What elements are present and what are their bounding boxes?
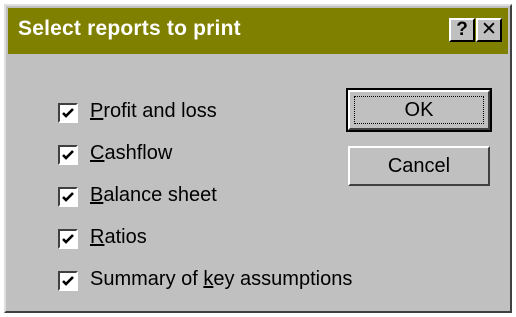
checkmark-icon: [62, 108, 74, 118]
title-bar[interactable]: Select reports to print ? ✕: [8, 8, 508, 54]
accelerator-key: C: [90, 142, 105, 164]
report-label: Summary of key assumptions: [90, 268, 353, 290]
accelerator-key: k: [203, 268, 214, 290]
checkbox-profit-and-loss[interactable]: [58, 103, 78, 123]
checkmark-icon: [62, 276, 74, 286]
ok-button[interactable]: OK: [346, 88, 492, 132]
focus-rectangle: [354, 96, 484, 124]
checkbox-balance-sheet[interactable]: [58, 187, 78, 207]
checkmark-icon: [62, 150, 74, 160]
accelerator-key: P: [90, 100, 104, 122]
report-label: Balance sheet: [90, 184, 217, 206]
report-label: Profit and loss: [90, 100, 217, 122]
checkmark-icon: [62, 234, 74, 244]
select-reports-dialog: Select reports to print ? ✕ Profit and l…: [4, 4, 512, 313]
checkbox-ratios[interactable]: [58, 229, 78, 249]
help-button[interactable]: ?: [449, 18, 475, 42]
cancel-button-label: Cancel: [387, 155, 451, 177]
accelerator-key: R: [90, 226, 105, 248]
report-label: Ratios: [90, 226, 147, 248]
report-label: Cashflow: [90, 142, 173, 164]
close-button[interactable]: ✕: [476, 18, 502, 42]
checkbox-summary-of-key-assumptions[interactable]: [58, 271, 78, 291]
checkmark-icon: [62, 192, 74, 202]
dialog-title: Select reports to print: [18, 17, 241, 40]
accelerator-key: B: [90, 184, 104, 206]
checkbox-cashflow[interactable]: [58, 145, 78, 165]
cancel-button[interactable]: Cancel: [348, 146, 490, 186]
